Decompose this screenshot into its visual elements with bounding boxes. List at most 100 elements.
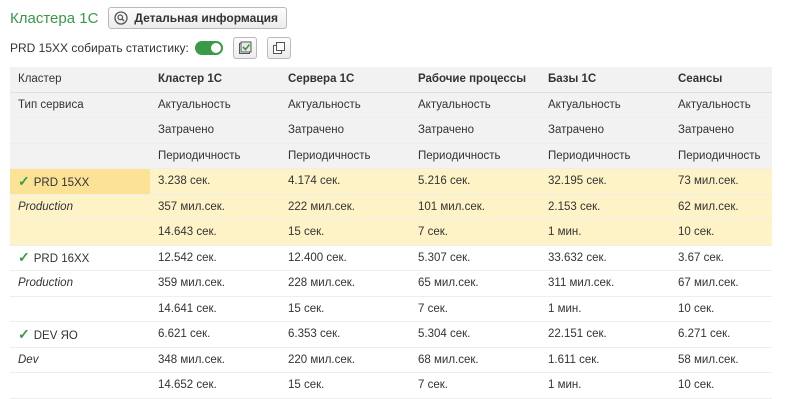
table-cell: 10 сек. [670, 219, 772, 246]
detail-info-label: Детальная информация [134, 11, 279, 25]
table-row[interactable]: 14.652 сек. 15 сек. 7 сек. 1 мин. 10 сек… [10, 372, 772, 399]
table-cell: 7 сек. [410, 372, 540, 399]
table-cell: 222 мил.сек. [280, 194, 410, 220]
table-cell: 348 мил.сек. [150, 347, 280, 373]
table-cell: Периодичность [410, 143, 540, 169]
table-cell: 10 сек. [670, 296, 772, 322]
table-cell: 5.216 сек. [410, 168, 540, 195]
table-cell: Затрачено [150, 117, 280, 144]
table-row[interactable]: Production 359 мил.сек. 228 мил.сек. 65 … [10, 270, 772, 297]
table-cell: 1 мин. [540, 296, 670, 322]
table-cell: 32.195 сек. [540, 168, 670, 195]
table-cell: 6.353 сек. [280, 321, 410, 348]
refresh-button[interactable] [232, 37, 257, 59]
table-cell: 1 мин. [540, 372, 670, 399]
table-cell: 15 сек. [280, 296, 410, 322]
check-icon: ✓ [18, 172, 30, 189]
copy-icon [272, 42, 285, 54]
table-row[interactable]: Dev 348 мил.сек. 220 мил.сек. 68 мил.сек… [10, 347, 772, 373]
column-header[interactable]: Базы 1С [540, 67, 670, 93]
table-cell: 14.652 сек. [150, 372, 280, 399]
table-cell: 6.621 сек. [150, 321, 280, 348]
table-cell: Периодичность [150, 143, 280, 169]
table-cell: Актуальность [540, 92, 670, 118]
table-cell: Затрачено [540, 117, 670, 144]
table-cell: Актуальность [280, 92, 410, 118]
table-cell: 3.67 сек. [670, 245, 772, 271]
table-cell: 58 мил.сек. [670, 347, 772, 373]
magnifier-icon [114, 11, 129, 25]
table-cell: 4.174 сек. [280, 168, 410, 195]
table-cell: Затрачено [280, 117, 410, 144]
table-cell: 12.400 сек. [280, 245, 410, 271]
check-icon: ✓ [18, 249, 30, 266]
table-cell: 357 мил.сек. [150, 194, 280, 220]
table-row[interactable]: 14.641 сек. 15 сек. 7 сек. 1 мин. 10 сек… [10, 296, 772, 322]
cluster-env-cell: Dev [10, 347, 150, 373]
check-list-icon [238, 41, 252, 54]
table-cell: 6.271 сек. [670, 321, 772, 348]
table-cell: 359 мил.сек. [150, 270, 280, 297]
table-cell: 7 сек. [410, 219, 540, 246]
service-type-label: Тип сервиса [10, 92, 150, 118]
table-cell: 1.611 сек. [540, 347, 670, 373]
table-cell: 15 сек. [280, 372, 410, 399]
table-cell: Периодичность [280, 143, 410, 169]
column-header[interactable]: Кластер [10, 67, 150, 93]
table-cell: 73 мил.сек. [670, 168, 772, 195]
table-header-row: Кластер Кластер 1С Сервера 1С Рабочие пр… [10, 67, 772, 93]
table-cell: Затрачено [410, 117, 540, 144]
detail-info-button[interactable]: Детальная информация [108, 7, 288, 29]
column-header[interactable]: Рабочие процессы [410, 67, 540, 93]
table-cell: Актуальность [410, 92, 540, 118]
table-cell: 67 мил.сек. [670, 270, 772, 297]
table-cell: Периодичность [540, 143, 670, 169]
table-row: Тип сервиса Актуальность Актуальность Ак… [10, 92, 772, 118]
table-cell: Периодичность [670, 143, 772, 169]
clusters-table: Кластер Кластер 1С Сервера 1С Рабочие пр… [10, 67, 772, 399]
table-cell: Актуальность [150, 92, 280, 118]
table-cell: 101 мил.сек. [410, 194, 540, 220]
table-cell: 62 мил.сек. [670, 194, 772, 220]
table-cell: 3.238 сек. [150, 168, 280, 195]
header-bar: Кластера 1С Детальная информация [10, 7, 288, 29]
table-row[interactable]: Production 357 мил.сек. 222 мил.сек. 101… [10, 194, 772, 220]
table-cell: 10 сек. [670, 372, 772, 399]
check-icon: ✓ [18, 325, 30, 342]
cluster-name-cell[interactable]: ✓ PRD 16XX [10, 245, 150, 271]
table-cell: 15 сек. [280, 219, 410, 246]
column-header[interactable]: Кластер 1С [150, 67, 280, 93]
table-row[interactable]: ✓ DEV ЯО 6.621 сек. 6.353 сек. 5.304 сек.… [10, 321, 772, 348]
table-cell: 228 мил.сек. [280, 270, 410, 297]
stats-toggle[interactable] [194, 41, 223, 55]
table-row: Периодичность Периодичность Периодичност… [10, 143, 772, 169]
table-cell: 14.643 сек. [150, 219, 280, 246]
table-cell: 1 мин. [540, 219, 670, 246]
table-cell: 12.542 сек. [150, 245, 280, 271]
table-cell: 5.304 сек. [410, 321, 540, 348]
table-cell: 65 мил.сек. [410, 270, 540, 297]
column-header[interactable]: Сервера 1С [280, 67, 410, 93]
table-cell: Затрачено [670, 117, 772, 144]
table-row[interactable]: ✓ PRD 15XX 3.238 сек. 4.174 сек. 5.216 се… [10, 168, 772, 195]
table-cell: 33.632 сек. [540, 245, 670, 271]
page-title: Кластера 1С [10, 9, 99, 27]
table-cell: 220 мил.сек. [280, 347, 410, 373]
table-cell: Актуальность [670, 92, 772, 118]
copy-button[interactable] [266, 37, 291, 59]
cluster-env-cell: Production [10, 270, 150, 297]
table-cell: 2.153 сек. [540, 194, 670, 220]
stats-row: PRD 15XX собирать статистику: [10, 37, 291, 59]
table-cell: 7 сек. [410, 296, 540, 322]
stats-label: PRD 15XX собирать статистику: [10, 41, 189, 55]
column-header[interactable]: Сеансы [670, 67, 772, 93]
table-cell: 68 мил.сек. [410, 347, 540, 373]
table-row[interactable]: 14.643 сек. 15 сек. 7 сек. 1 мин. 10 сек… [10, 219, 772, 246]
table-cell: 22.151 сек. [540, 321, 670, 348]
cluster-name-cell[interactable]: ✓ PRD 15XX [10, 168, 150, 195]
cluster-name-cell[interactable]: ✓ DEV ЯО [10, 321, 150, 348]
cluster-env-cell: Production [10, 194, 150, 220]
table-row: Затрачено Затрачено Затрачено Затрачено … [10, 117, 772, 144]
table-row[interactable]: ✓ PRD 16XX 12.542 сек. 12.400 сек. 5.307 … [10, 245, 772, 271]
table-cell: 14.641 сек. [150, 296, 280, 322]
